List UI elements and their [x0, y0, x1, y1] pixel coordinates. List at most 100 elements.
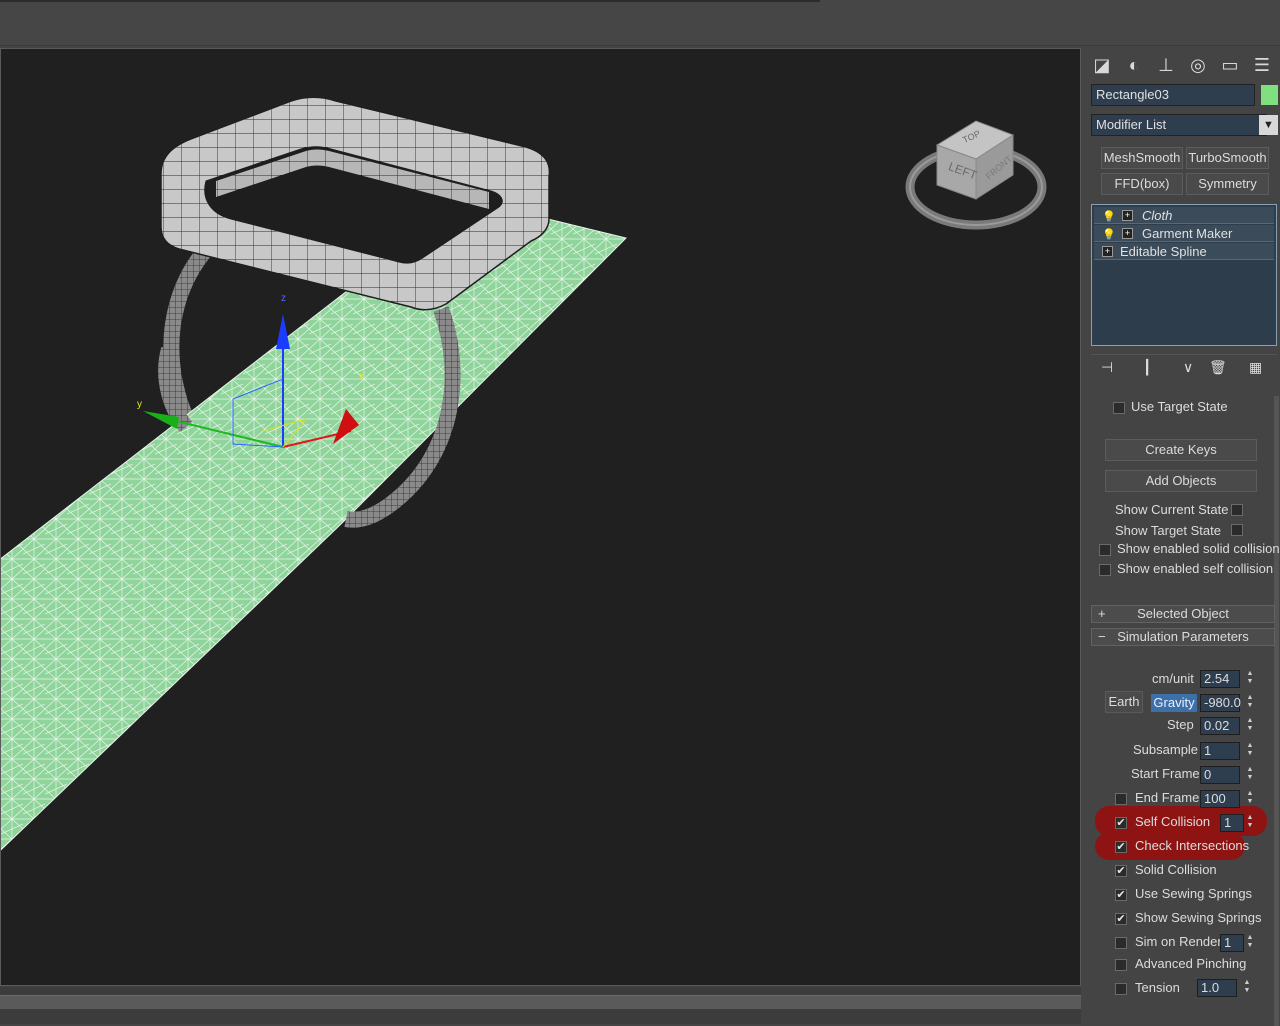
- end-frame-label: End Frame: [1135, 790, 1200, 805]
- command-panel: ◪ ◐ ⊥ ◎ ▭ ☰ Rectangle03 Modifier List ▼ …: [1083, 46, 1280, 1026]
- use-sewing-springs-checkbox[interactable]: ✔: [1115, 889, 1127, 901]
- start-frame-label: Start Frame: [1131, 766, 1200, 781]
- command-panel-tabs: ◪ ◐ ⊥ ◎ ▭ ☰: [1089, 52, 1277, 82]
- spinner-arrows-icon[interactable]: ▲ ▼: [1245, 670, 1255, 688]
- configure-sets-icon[interactable]: ▦: [1249, 359, 1262, 376]
- tension-checkbox[interactable]: [1115, 983, 1127, 995]
- advanced-pinching-checkbox[interactable]: [1115, 959, 1127, 971]
- show-current-state-checkbox[interactable]: [1231, 504, 1243, 516]
- lightbulb-icon[interactable]: 💡: [1102, 227, 1116, 244]
- turbosmooth-button[interactable]: TurboSmooth: [1186, 147, 1269, 169]
- motion-tab-icon[interactable]: ◎: [1185, 52, 1211, 78]
- tension-label: Tension: [1135, 980, 1180, 995]
- stack-item-label: Editable Spline: [1120, 244, 1207, 259]
- make-unique-icon[interactable]: ∨: [1183, 359, 1193, 376]
- panel-scrollbar[interactable]: [1274, 396, 1279, 1026]
- show-enabled-solid-label: Show enabled solid collision: [1117, 541, 1280, 556]
- stack-item-label: Cloth: [1142, 208, 1173, 223]
- check-intersections-checkbox[interactable]: ✔: [1115, 841, 1127, 853]
- modifier-stack: 💡 + Cloth 💡 + Garment Maker + Editable S…: [1091, 204, 1277, 346]
- stack-item-garment-maker[interactable]: 💡 + Garment Maker: [1094, 225, 1274, 242]
- pin-stack-icon[interactable]: ⊣: [1101, 359, 1113, 376]
- use-target-state-checkbox[interactable]: [1113, 402, 1125, 414]
- end-frame-field[interactable]: 100: [1200, 790, 1240, 808]
- spinner-arrows-icon[interactable]: ▲ ▼: [1245, 934, 1255, 952]
- earth-button[interactable]: Earth: [1105, 691, 1143, 713]
- subsample-label: Subsample: [1133, 742, 1199, 757]
- spinner-arrows-icon[interactable]: ▲ ▼: [1245, 694, 1255, 712]
- subsample-field[interactable]: 1: [1200, 742, 1240, 760]
- gizmo-z-label: z: [281, 293, 286, 304]
- stack-item-label: Garment Maker: [1142, 226, 1233, 241]
- modifier-list-dropdown[interactable]: Modifier List: [1091, 114, 1267, 136]
- object-name-field[interactable]: Rectangle03: [1091, 84, 1255, 106]
- show-target-state-label: Show Target State: [1115, 523, 1221, 538]
- sim-on-render-field[interactable]: 1: [1220, 934, 1244, 952]
- rollout-selected-object[interactable]: + Selected Object: [1091, 605, 1275, 623]
- create-keys-button[interactable]: Create Keys: [1105, 439, 1257, 461]
- utilities-tab-icon[interactable]: ☰: [1249, 52, 1275, 78]
- remove-modifier-icon[interactable]: 🗑: [1209, 359, 1227, 376]
- hierarchy-tab-icon[interactable]: ⊥: [1153, 52, 1179, 78]
- use-target-state-label: Use Target State: [1131, 399, 1228, 414]
- ffd-box-button[interactable]: FFD(box): [1101, 173, 1183, 195]
- rollout-simulation-parameters[interactable]: − Simulation Parameters: [1091, 628, 1275, 646]
- view-cube: TOP LEFT FRONT: [905, 120, 1047, 230]
- cm-unit-field[interactable]: 2.54: [1200, 670, 1240, 688]
- spinner-arrows-icon[interactable]: ▲ ▼: [1245, 742, 1255, 760]
- solid-collision-label: Solid Collision: [1135, 862, 1217, 877]
- gravity-toggle[interactable]: Gravity: [1151, 694, 1197, 712]
- rollout-title: Selected Object: [1137, 606, 1229, 621]
- check-intersections-label: Check Intersections: [1135, 838, 1250, 853]
- start-frame-field[interactable]: 0: [1200, 766, 1240, 784]
- object-color-swatch[interactable]: [1261, 85, 1278, 105]
- expand-icon[interactable]: +: [1102, 246, 1113, 257]
- solid-collision-checkbox[interactable]: ✔: [1115, 865, 1127, 877]
- spinner-arrows-icon[interactable]: ▲ ▼: [1245, 814, 1255, 832]
- show-enabled-solid-checkbox[interactable]: [1099, 544, 1111, 556]
- sim-on-render-checkbox[interactable]: [1115, 937, 1127, 949]
- display-tab-icon[interactable]: ▭: [1217, 52, 1243, 78]
- end-frame-checkbox[interactable]: [1115, 793, 1127, 805]
- show-sewing-springs-checkbox[interactable]: ✔: [1115, 913, 1127, 925]
- main-toolbar: [0, 0, 1280, 46]
- self-collision-field[interactable]: 1: [1220, 814, 1244, 832]
- step-label: Step: [1167, 717, 1194, 732]
- viewport-scene: z x y TOP LEFT FRONT: [1, 96, 1047, 851]
- time-slider[interactable]: [0, 987, 1081, 1024]
- lightbulb-icon[interactable]: 💡: [1102, 209, 1116, 226]
- symmetry-button[interactable]: Symmetry: [1186, 173, 1269, 195]
- tension-field[interactable]: 1.0: [1197, 979, 1237, 997]
- spinner-arrows-icon[interactable]: ▲ ▼: [1245, 766, 1255, 784]
- gizmo-x-label: x: [359, 371, 364, 382]
- add-objects-button[interactable]: Add Objects: [1105, 470, 1257, 492]
- stack-item-editable-spline[interactable]: + Editable Spline: [1094, 243, 1274, 260]
- gizmo-y-label: y: [137, 399, 142, 410]
- step-field[interactable]: 0.02: [1200, 717, 1240, 735]
- spinner-arrows-icon[interactable]: ▲ ▼: [1245, 790, 1255, 808]
- show-current-state-label: Show Current State: [1115, 502, 1229, 517]
- show-sewing-springs-label: Show Sewing Springs: [1135, 910, 1262, 925]
- spinner-arrows-icon[interactable]: ▲ ▼: [1242, 979, 1252, 997]
- create-tab-icon[interactable]: ◪: [1089, 52, 1115, 78]
- perspective-viewport[interactable]: z x y TOP LEFT FRONT: [0, 48, 1081, 986]
- advanced-pinching-label: Advanced Pinching: [1135, 956, 1247, 971]
- show-enabled-self-checkbox[interactable]: [1099, 564, 1111, 576]
- modify-tab-icon[interactable]: ◐: [1121, 52, 1147, 78]
- gravity-field[interactable]: -980.0: [1200, 694, 1241, 712]
- expand-icon[interactable]: +: [1122, 228, 1133, 239]
- show-enabled-self-label: Show enabled self collision: [1117, 561, 1274, 576]
- spinner-arrows-icon[interactable]: ▲ ▼: [1245, 717, 1255, 735]
- show-target-state-checkbox[interactable]: [1231, 524, 1243, 536]
- chevron-down-icon[interactable]: ▼: [1259, 115, 1278, 135]
- show-end-result-icon[interactable]: ┃: [1143, 359, 1151, 376]
- cloth-strip: [1, 198, 627, 851]
- self-collision-checkbox[interactable]: ✔: [1115, 817, 1127, 829]
- stack-toolbar: ⊣ ┃ ∨ 🗑 ▦: [1091, 354, 1277, 378]
- stack-item-cloth[interactable]: 💡 + Cloth: [1094, 207, 1274, 224]
- meshsmooth-button[interactable]: MeshSmooth: [1101, 147, 1183, 169]
- expand-icon[interactable]: +: [1122, 210, 1133, 221]
- sim-on-render-label: Sim on Render: [1135, 934, 1222, 949]
- time-slider-track[interactable]: [0, 995, 1081, 1009]
- expand-icon: +: [1098, 606, 1106, 621]
